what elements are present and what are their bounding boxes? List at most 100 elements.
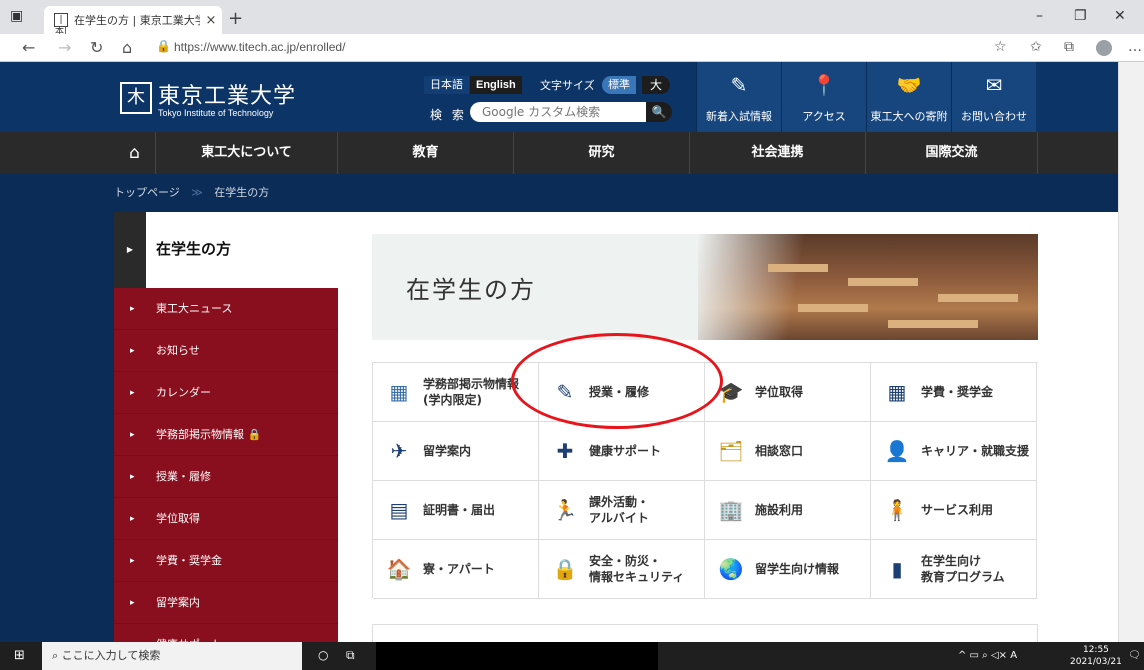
sidebar-item-notices[interactable]: お知らせ [114,330,338,372]
menu-facilities[interactable]: 🏢 施設利用 [705,481,871,540]
more-menu-icon[interactable]: … [1128,39,1142,55]
cortana-icon[interactable]: ○ [318,648,328,662]
nav-education[interactable]: 教育 [338,132,514,174]
nav-international[interactable]: 国際交流 [866,132,1038,174]
pencil-icon: ✎ [556,380,574,404]
taskbar: ⊞ ⌕ ここに入力して検索 ○ ⧉ ^ ▭ ⌕ ◁× A 12:55 2021/… [0,642,1144,670]
sidebar-item-courses[interactable]: 授業・履修 [114,456,338,498]
taskbar-apps-redacted [376,642,658,670]
collections-icon[interactable]: ⧉ [1064,39,1074,55]
menu-health[interactable]: ✚ 健康サポート [539,422,705,481]
sidebar-item-study-abroad[interactable]: 留学案内 [114,582,338,624]
sidebar-item-health[interactable]: 健康サポート [114,624,338,642]
new-tab-button[interactable]: + [228,8,243,29]
menu-tuition[interactable]: ▦ 学費・奨学金 [871,363,1037,422]
sidebar-item-bulletin[interactable]: 学務部掲示物情報 🔒 [114,414,338,456]
minimize-button[interactable]: – [1036,8,1043,24]
globe-icon: 🌏 [718,557,744,581]
menu-study-abroad[interactable]: ✈ 留学案内 [373,422,539,481]
font-size-standard-button[interactable]: 標準 [602,76,636,94]
sidebar-header[interactable]: ▶ 在学生の方 [114,212,338,288]
menu-label: 健康サポート [589,444,662,458]
tab-close-icon[interactable]: × [200,13,222,28]
sidebar-item-news[interactable]: 東工大ニュース [114,288,338,330]
menu-bulletin[interactable]: ▦ 学務部掲示物情報 (学内限定) [373,363,539,422]
site-search-input[interactable] [470,102,646,122]
menu-consultation[interactable]: 🗂 相談窓口 [705,422,871,481]
quick-link-access[interactable]: 📍 アクセス [781,62,866,132]
running-person-icon: 🏃 [552,498,578,522]
system-tray-icons[interactable]: ^ ▭ ⌕ ◁× A [958,650,1017,661]
home-icon[interactable]: ⌂ [114,132,156,174]
nav-social-collaboration[interactable]: 社会連携 [690,132,866,174]
window-menu-icon[interactable]: ▣ [10,8,23,24]
task-view-icon[interactable]: ⧉ [346,648,355,663]
menu-label: 授業・履修 [589,385,650,399]
breadcrumb-current: 在学生の方 [214,186,270,199]
buildings-icon: ▦ [389,380,409,404]
menu-label: 学費・奨学金 [921,385,994,399]
quick-link-admissions[interactable]: ✎ 新着入試情報 [696,62,781,132]
calculator-icon: ▦ [887,380,907,404]
lang-japanese-button[interactable]: 日本語 [424,76,469,94]
maximize-button[interactable]: ❐ [1074,8,1087,24]
graduation-cap-icon: 🎓 [718,380,744,404]
nav-about[interactable]: 東工大について [156,132,338,174]
menu-safety-security[interactable]: 🔒 安全・防災・ 情報セキュリティ [539,540,705,599]
system-clock[interactable]: 12:55 2021/03/21 [1070,644,1122,668]
reload-icon[interactable]: ↻ [90,38,103,57]
menu-label: 施設利用 [755,503,804,517]
person-icon: 👤 [884,439,910,463]
menu-international-students[interactable]: 🌏 留学生向け情報 [705,540,871,599]
menu-dormitory[interactable]: 🏠 寮・アパート [373,540,539,599]
medical-cross-icon: ✚ [556,439,574,463]
menu-extracurricular[interactable]: 🏃 課外活動・ アルバイト [539,481,705,540]
forward-arrow-icon[interactable]: → [58,38,71,57]
font-size-large-button[interactable]: 大 [642,76,671,94]
quick-link-contact[interactable]: ✉ お問い合わせ [951,62,1036,132]
nav-research[interactable]: 研究 [514,132,690,174]
quick-link-donation[interactable]: 🤝 東工大への寄附 [866,62,951,132]
logo-mark-icon[interactable]: 木 [120,82,152,114]
service-counter-icon: 🧍 [884,498,910,522]
profile-avatar[interactable] [1096,40,1112,56]
logo-title-jp[interactable]: 東京工業大学 [158,78,296,110]
close-window-button[interactable]: ✕ [1114,8,1126,24]
menu-label: 証明書・届出 [423,503,496,517]
menu-label: 学位取得 [755,385,804,399]
menu-education-programs[interactable]: ▮ 在学生向け 教育プログラム [871,540,1037,599]
favorites-list-icon[interactable]: ✩ [1030,39,1042,55]
windows-start-icon[interactable]: ⊞ [14,648,25,663]
sidebar-item-calendar[interactable]: カレンダー [114,372,338,414]
notification-icon[interactable]: 🗨 [1128,650,1141,661]
menu-services[interactable]: 🧍 サービス利用 [871,481,1037,540]
menu-career[interactable]: 👤 キャリア・就職支援 [871,422,1037,481]
url-field[interactable]: https://www.titech.ac.jp/enrolled/ [174,40,345,54]
airplane-icon: ✈ [390,439,408,463]
home-icon[interactable]: ⌂ [122,38,132,57]
menu-label: 寮・アパート [423,562,495,576]
next-section-box [372,624,1038,642]
menu-grid: ▦ 学務部掲示物情報 (学内限定) ✎ 授業・履修 🎓 学位取得 ▦ 学費・奨学金 ✈ 留学… [372,362,1038,599]
lock-icon: 🔒 [156,39,171,53]
favorite-star-icon[interactable]: ☆ [994,39,1007,55]
back-arrow-icon[interactable]: ← [22,38,35,57]
logo-title-en[interactable]: Tokyo Institute of Technology [158,108,273,118]
browser-tab[interactable]: |本| 在学生の方 | 東京工業大学 × [44,6,222,37]
menu-label: キャリア・就職支援 [921,444,1030,458]
menu-degree[interactable]: 🎓 学位取得 [705,363,871,422]
padlock-icon: 🔒 [552,557,578,581]
site-favicon-icon: |本| [54,13,68,37]
page-scrollbar[interactable] [1118,62,1144,642]
breadcrumb: トップページ ≫ 在学生の方 [0,174,1118,212]
sidebar-item-degree[interactable]: 学位取得 [114,498,338,540]
search-icon: ⌕ [52,649,62,662]
breadcrumb-home-link[interactable]: トップページ [114,186,180,199]
menu-courses[interactable]: ✎ 授業・履修 [539,363,705,422]
taskbar-search-input[interactable]: ⌕ ここに入力して検索 [42,642,302,670]
lang-english-button[interactable]: English [470,76,522,94]
menu-certificates[interactable]: ▤ 証明書・届出 [373,481,539,540]
sidebar-item-tuition[interactable]: 学費・奨学金 [114,540,338,582]
address-bar: ← → ↻ ⌂ 🔒 https://www.titech.ac.jp/enrol… [0,34,1144,62]
search-icon[interactable]: 🔍 [646,102,672,122]
